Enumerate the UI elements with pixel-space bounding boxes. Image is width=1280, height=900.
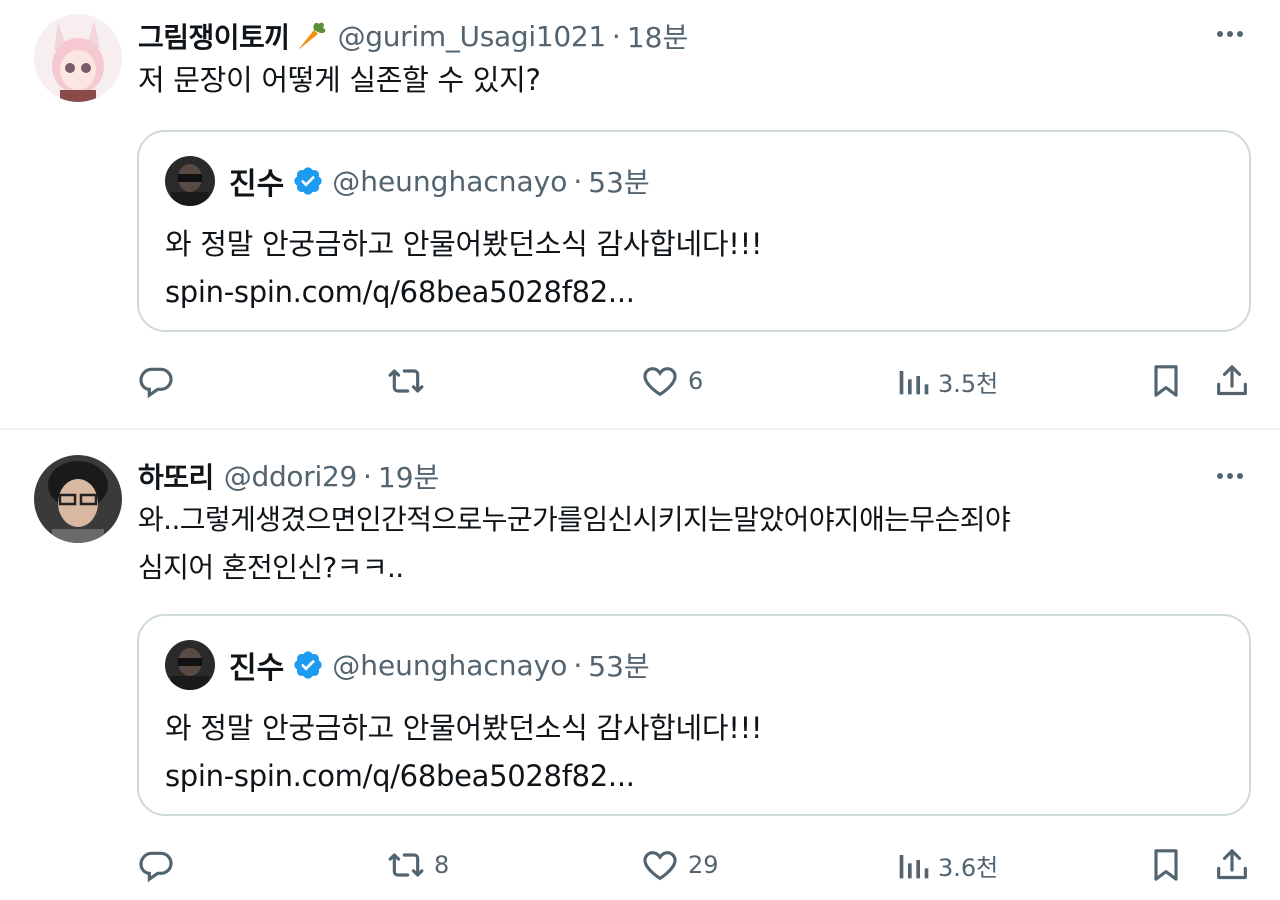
avatar[interactable] — [34, 14, 122, 102]
timestamp[interactable]: 18분 — [627, 16, 688, 56]
retweet-button[interactable]: 8 — [386, 840, 449, 890]
bookmark-button[interactable] — [1146, 356, 1186, 406]
action-bar: 8 29 3.6천 — [0, 840, 1280, 890]
bookmark-icon — [1154, 849, 1178, 881]
quote-display-name: 진수 — [229, 651, 285, 686]
retweet-icon — [388, 369, 424, 393]
timestamp[interactable]: 19분 — [378, 456, 439, 496]
quote-display-name: 진수 — [229, 167, 285, 202]
tweet-text-line: 심지어 혼전인신?ㅋㅋ.. — [138, 551, 404, 584]
verified-badge-icon — [292, 649, 324, 681]
quote-link[interactable]: spin-spin.com/q/68bea5028f82... — [165, 268, 635, 316]
heart-icon — [643, 851, 677, 881]
bookmark-icon — [1154, 365, 1178, 397]
more-icon[interactable] — [1210, 456, 1250, 496]
more-icon[interactable] — [1210, 14, 1250, 54]
separator: · — [362, 459, 372, 493]
retweet-count: 8 — [434, 851, 450, 879]
views-button[interactable]: 3.6천 — [896, 840, 998, 890]
quote-text: 와 정말 안궁금하고 안물어봤던소식 감사합네다!!! — [165, 711, 763, 745]
separator: · — [611, 19, 621, 53]
reply-button[interactable] — [136, 356, 184, 406]
carrot-emoji-icon — [292, 18, 328, 54]
quote-link[interactable]: spin-spin.com/q/68bea5028f82... — [165, 752, 635, 800]
display-name[interactable]: 하또리 — [138, 456, 214, 496]
like-button[interactable]: 6 — [640, 356, 703, 406]
quote-timestamp: 53분 — [588, 166, 650, 199]
like-count: 29 — [688, 851, 719, 879]
tweet-header: 하또리 @ddori29 · 19분 — [138, 456, 439, 496]
tweet-text: 와..그렇게생겼으면인간적으로누군가를임신시키지는말았어야지애는무슨죄야 심지어… — [138, 496, 1011, 592]
share-icon — [1217, 849, 1247, 880]
action-bar: 6 3.5천 — [0, 356, 1280, 406]
quote-header: 진수 @heunghacnayo · 53분 — [165, 156, 650, 206]
bookmark-button[interactable] — [1146, 840, 1186, 890]
tweet-text-line: 와..그렇게생겼으면인간적으로누군가를임신시키지는말았어야지애는무슨죄야 — [138, 503, 1011, 536]
retweet-button[interactable] — [386, 356, 434, 406]
like-button[interactable]: 29 — [640, 840, 719, 890]
verified-badge-icon — [292, 165, 324, 197]
reply-icon — [139, 367, 173, 399]
tweet-header: 그림쟁이토끼 @gurim_Usagi1021 · 18분 — [138, 16, 688, 56]
avatar[interactable] — [34, 455, 122, 543]
quote-tweet[interactable]: 진수 @heunghacnayo · 53분 와 정말 안궁금하고 안물어봤던소… — [137, 614, 1251, 816]
share-button[interactable] — [1212, 356, 1252, 406]
handle[interactable]: @ddori29 — [224, 460, 358, 493]
views-count: 3.6천 — [938, 853, 999, 882]
quote-header: 진수 @heunghacnayo · 53분 — [165, 640, 650, 690]
share-button[interactable] — [1212, 840, 1252, 890]
quote-tweet[interactable]: 진수 @heunghacnayo · 53분 와 정말 안궁금하고 안물어봤던소… — [137, 130, 1251, 332]
retweet-icon — [388, 853, 424, 877]
handle[interactable]: @gurim_Usagi1021 — [338, 20, 607, 53]
tweet-text-line: 저 문장이 어떻게 실존할 수 있지? — [138, 63, 541, 97]
quote-avatar — [165, 640, 215, 690]
display-name[interactable]: 그림쟁이토끼 — [138, 16, 290, 56]
like-count: 6 — [688, 367, 704, 395]
quote-timestamp: 53분 — [588, 650, 650, 683]
quote-text: 와 정말 안궁금하고 안물어봤던소식 감사합네다!!! — [165, 227, 763, 261]
tweet-text: 저 문장이 어떻게 실존할 수 있지? — [138, 56, 541, 104]
separator: · — [573, 164, 583, 198]
quote-avatar — [165, 156, 215, 206]
heart-icon — [643, 367, 677, 397]
quote-handle: @heunghacnayo — [332, 648, 568, 682]
share-icon — [1217, 365, 1247, 396]
views-button[interactable]: 3.5천 — [896, 356, 998, 406]
reply-button[interactable] — [136, 840, 184, 890]
reply-icon — [139, 851, 173, 883]
separator: · — [573, 648, 583, 682]
views-icon — [899, 371, 929, 395]
views-count: 3.5천 — [938, 369, 999, 398]
quote-handle: @heunghacnayo — [332, 164, 568, 198]
views-icon — [899, 855, 929, 879]
